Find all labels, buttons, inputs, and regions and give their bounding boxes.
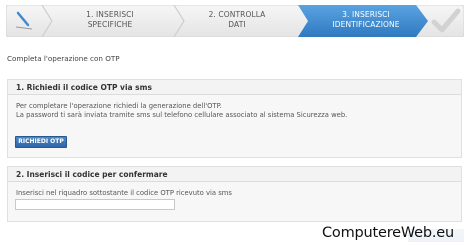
section-1-title: 1. Richiedi il codice OTP via sms xyxy=(8,80,461,95)
step-3-line-1: 3. INSERISCI xyxy=(342,10,390,19)
section-1-text-1: Per completare l'operazione richiedi la … xyxy=(16,102,222,110)
request-otp-panel: 1. Richiedi il codice OTP via sms Per co… xyxy=(7,79,462,158)
section-1-text-2: La password ti sarà inviata tramite sms … xyxy=(16,111,348,119)
step-inserisci-identificazione: 3. INSERISCI IDENTIFICAZIONE xyxy=(306,10,426,30)
step-controlla-dati: 2. CONTROLLA DATI xyxy=(182,10,292,30)
section-2-text: Inserisci nel riquadro sottostante il co… xyxy=(16,189,232,197)
watermark: ComputereWeb.eu xyxy=(320,222,470,245)
step-2-line-1: 2. CONTROLLA xyxy=(208,10,266,19)
confirm-otp-panel: 2. Inserisci il codice per confermare In… xyxy=(7,166,462,222)
progress-stepper: 1. INSERISCI SPECIFICHE 2. CONTROLLA DAT… xyxy=(6,5,464,37)
step-3-line-2: IDENTIFICAZIONE xyxy=(332,20,400,29)
step-inserisci-specifiche: 1. INSERISCI SPECIFICHE xyxy=(50,10,170,30)
step-2-line-2: DATI xyxy=(228,20,246,29)
request-otp-button[interactable]: RICHIEDI OTP xyxy=(15,136,67,148)
intro-text: Completa l'operazione con OTP xyxy=(7,54,120,63)
step-1-line-2: SPECIFICHE xyxy=(87,20,133,29)
step-1-line-1: 1. INSERISCI xyxy=(86,10,134,19)
section-2-title: 2. Inserisci il codice per confermare xyxy=(8,167,461,182)
otp-input[interactable] xyxy=(15,199,175,210)
